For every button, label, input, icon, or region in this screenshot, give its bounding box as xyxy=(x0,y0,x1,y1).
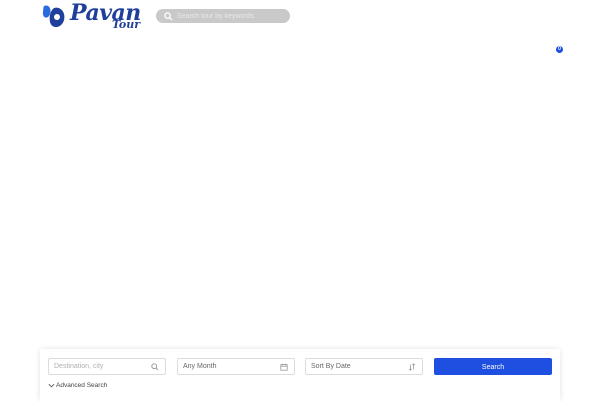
advanced-search-label: Advanced Search xyxy=(56,382,108,389)
search-button[interactable]: Search xyxy=(434,358,552,375)
destination-placeholder: Destination, city xyxy=(54,363,104,370)
search-icon xyxy=(164,12,173,21)
header-search-input[interactable] xyxy=(177,9,282,23)
logo-mark-icon xyxy=(42,5,65,28)
month-select-value: Any Month xyxy=(183,363,217,370)
tour-search-panel: Destination, city Any Month Sort By Date… xyxy=(40,349,560,401)
header-search[interactable] xyxy=(156,9,290,23)
month-select[interactable]: Any Month xyxy=(177,358,295,375)
cart-count-badge[interactable]: 0 xyxy=(556,46,563,53)
sort-select-value: Sort By Date xyxy=(311,363,351,370)
calendar-icon xyxy=(280,363,288,371)
sort-select[interactable]: Sort By Date xyxy=(305,358,423,375)
sort-icon xyxy=(408,363,416,371)
site-header: Pavan Tour xyxy=(0,0,600,36)
search-icon xyxy=(151,363,159,371)
logo-tagline: Tour xyxy=(112,18,141,31)
advanced-search-toggle[interactable]: Advanced Search xyxy=(48,381,107,391)
site-logo[interactable]: Pavan Tour xyxy=(40,2,141,34)
chevron-down-icon xyxy=(48,383,55,388)
destination-field[interactable]: Destination, city xyxy=(48,358,166,375)
